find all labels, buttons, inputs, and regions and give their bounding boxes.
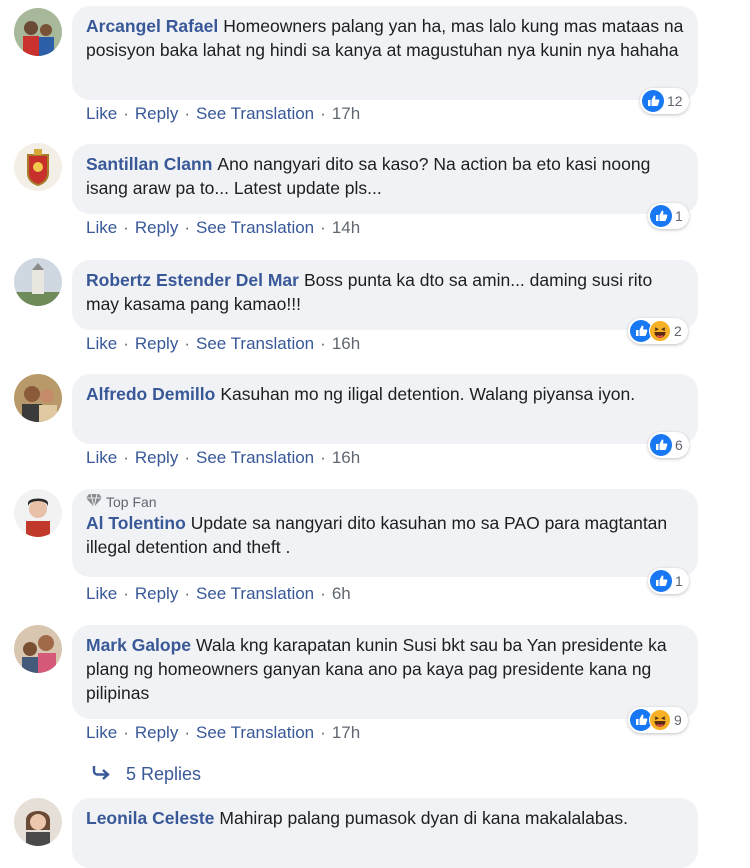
reply-link[interactable]: Reply [135,104,178,123]
timestamp[interactable]: 17h [332,723,360,742]
like-link[interactable]: Like [86,448,117,467]
replies-count-label[interactable]: 5 Replies [126,761,201,787]
comment-actions: Like · Reply · See Translation · 14h [86,217,360,239]
timestamp[interactable]: 17h [332,104,360,123]
reaction-summary[interactable]: 9 [628,707,688,733]
haha-icon [649,320,671,342]
avatar[interactable] [14,489,62,537]
separator: · [123,723,129,742]
separator: · [123,218,129,237]
like-link[interactable]: Like [86,104,117,123]
comment-bubble: Mark Galope Wala kng karapatan kunin Susi… [72,625,698,719]
reply-arrow-icon [92,761,112,787]
reaction-summary[interactable]: 6 [648,432,689,458]
commenter-name[interactable]: Robertz Estender Del Mar [86,270,299,290]
separator: · [320,448,326,467]
separator: · [123,448,129,467]
timestamp[interactable]: 14h [332,218,360,237]
reaction-summary[interactable]: 1 [648,203,689,229]
reaction-count: 12 [667,93,683,109]
reply-link[interactable]: Reply [135,723,178,742]
separator: · [123,584,129,603]
top-fan-badge: Top Fan [86,493,684,511]
separator: · [320,723,326,742]
reply-link[interactable]: Reply [135,218,178,237]
comment-bubble: Alfredo Demillo Kasuhan mo ng iligal dete… [72,374,698,444]
commenter-name[interactable]: Al Tolentino [86,513,186,533]
like-icon [650,205,672,227]
like-link[interactable]: Like [86,334,117,353]
separator: · [184,723,190,742]
reply-link[interactable]: Reply [135,334,178,353]
see-translation-link[interactable]: See Translation [196,584,314,603]
comment-bubble: Leonila Celeste Mahirap palang pumasok dy… [72,798,698,868]
separator: · [123,104,129,123]
commenter-name[interactable]: Leonila Celeste [86,808,214,828]
timestamp[interactable]: 6h [332,584,351,603]
avatar[interactable] [14,374,62,422]
reaction-summary[interactable]: 2 [628,318,688,344]
separator: · [184,448,190,467]
avatar[interactable] [14,625,62,673]
reaction-count: 1 [675,573,683,589]
comment-actions: Like · Reply · See Translation · 16h [86,333,360,355]
view-replies-link[interactable]: 5 Replies [92,761,201,787]
see-translation-link[interactable]: See Translation [196,218,314,237]
reaction-count: 6 [675,437,683,453]
haha-icon [649,709,671,731]
comment-bubble: Robertz Estender Del Mar Boss punta ka dt… [72,260,698,330]
reply-link[interactable]: Reply [135,448,178,467]
like-icon [642,90,664,112]
see-translation-link[interactable]: See Translation [196,723,314,742]
like-icon [650,434,672,456]
comment-actions: Like · Reply · See Translation · 17h [86,103,360,125]
comment-text: Mahirap palang pumasok dyan di kana maka… [219,808,628,828]
separator: · [184,584,190,603]
see-translation-link[interactable]: See Translation [196,104,314,123]
comment-actions: Like · Reply · See Translation · 16h [86,447,360,469]
reaction-count: 1 [675,208,683,224]
comment-actions: Like · Reply · See Translation · 17h [86,722,360,744]
like-icon [650,570,672,592]
separator: · [123,334,129,353]
like-link[interactable]: Like [86,584,117,603]
avatar[interactable] [14,258,62,306]
commenter-name[interactable]: Santillan Clann [86,154,212,174]
reaction-count: 9 [674,712,682,728]
avatar[interactable] [14,8,62,56]
separator: · [320,218,326,237]
commenter-name[interactable]: Alfredo Demillo [86,384,215,404]
comment-actions: Like · Reply · See Translation · 6h [86,583,351,605]
separator: · [320,334,326,353]
avatar[interactable] [14,143,62,191]
see-translation-link[interactable]: See Translation [196,334,314,353]
like-link[interactable]: Like [86,723,117,742]
reaction-summary[interactable]: 1 [648,568,689,594]
separator: · [184,218,190,237]
comment-text: Kasuhan mo ng iligal detention. Walang p… [220,384,636,404]
timestamp[interactable]: 16h [332,448,360,467]
commenter-name[interactable]: Arcangel Rafael [86,16,218,36]
commenter-name[interactable]: Mark Galope [86,635,191,655]
comment-bubble: Santillan Clann Ano nangyari dito sa kaso… [72,144,698,214]
diamond-icon [86,493,102,511]
timestamp[interactable]: 16h [332,334,360,353]
reaction-summary[interactable]: 12 [640,88,689,114]
reaction-count: 2 [674,323,682,339]
avatar[interactable] [14,798,62,846]
separator: · [184,334,190,353]
separator: · [184,104,190,123]
comment-bubble: Top Fan Al Tolentino Update sa nangyari d… [72,489,698,577]
reply-link[interactable]: Reply [135,584,178,603]
like-link[interactable]: Like [86,218,117,237]
see-translation-link[interactable]: See Translation [196,448,314,467]
separator: · [320,584,326,603]
comment-bubble: Arcangel Rafael Homeowners palang yan ha,… [72,6,698,100]
separator: · [320,104,326,123]
